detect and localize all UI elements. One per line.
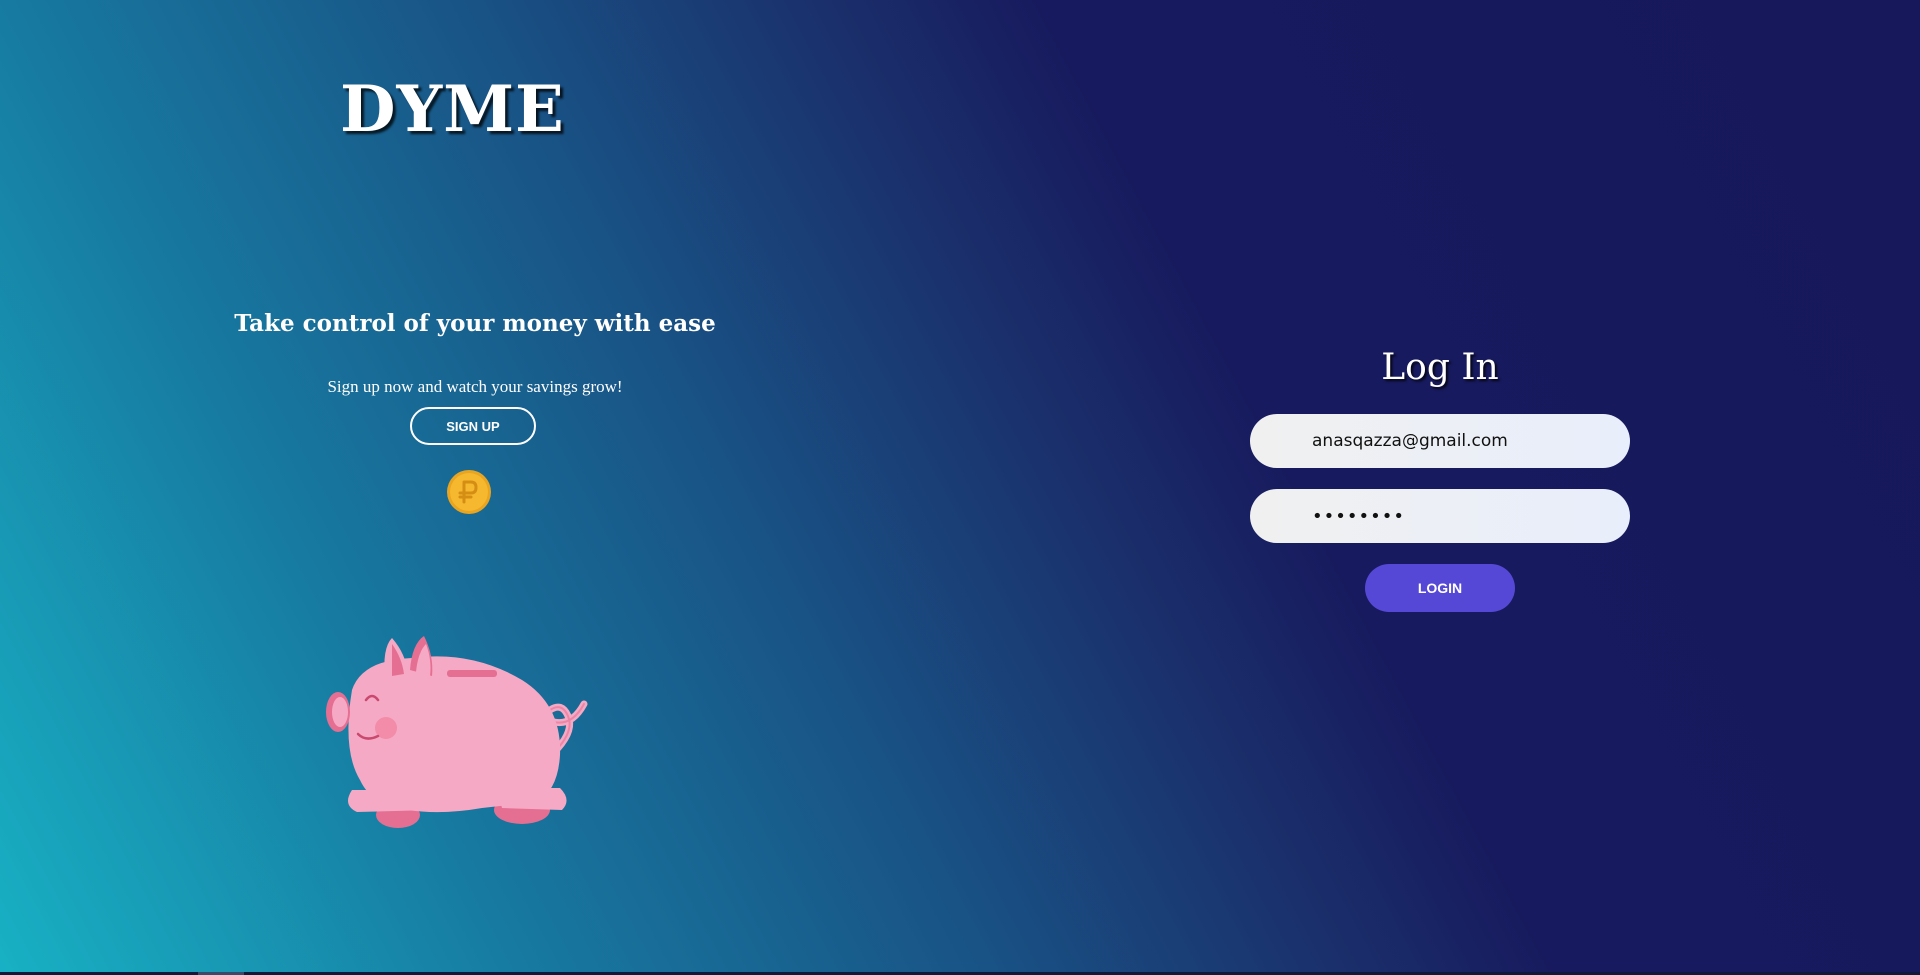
hero-subline: Sign up now and watch your savings grow! — [327, 377, 623, 396]
hero-tagline: Take control of your money with ease — [234, 310, 716, 337]
signup-button[interactable]: SIGN UP — [410, 407, 536, 445]
piggy-bank-illustration — [322, 630, 594, 840]
password-field[interactable] — [1250, 489, 1630, 543]
brand-logo: DYME — [340, 72, 565, 147]
email-field[interactable] — [1250, 414, 1630, 468]
login-button[interactable]: LOGIN — [1365, 564, 1515, 612]
login-title: Log In — [1381, 347, 1499, 388]
coin-icon — [446, 469, 492, 515]
